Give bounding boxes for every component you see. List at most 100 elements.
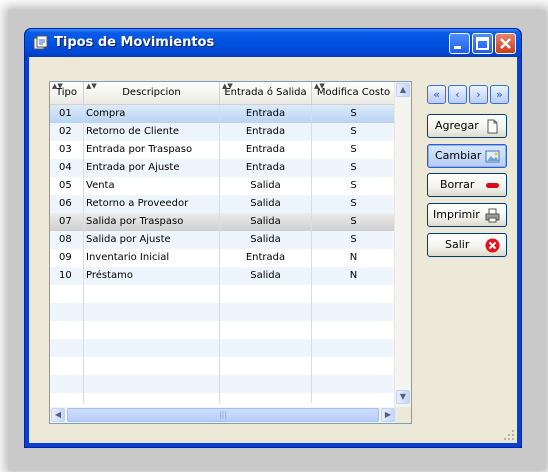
maximize-button[interactable] <box>472 33 493 54</box>
cell-entrada-salida: Salida <box>220 195 312 213</box>
cell-entrada-salida: Salida <box>220 267 312 285</box>
cell-descripcion: Salida por Traspaso <box>84 213 220 231</box>
grid-header: ▲▼ Tipo ▲▼ Descripcion ▲▼ Entrada ó Salida … <box>50 82 396 105</box>
cell-entrada-salida <box>220 303 312 321</box>
cell-modifica-costo <box>312 321 396 339</box>
cell-entrada-salida: Salida <box>220 231 312 249</box>
scroll-right-button[interactable]: ▶ <box>381 408 395 422</box>
first-record-button[interactable]: « <box>427 85 446 104</box>
cambiar-button[interactable]: Cambiar <box>427 144 507 168</box>
cell-tipo: 10 <box>50 267 84 285</box>
borrar-button[interactable]: Borrar <box>427 173 507 197</box>
empty-row <box>50 285 396 303</box>
next-record-button[interactable]: › <box>469 85 488 104</box>
cell-descripcion <box>84 321 220 339</box>
cell-modifica-costo: S <box>312 195 396 213</box>
agregar-button[interactable]: Agregar <box>427 114 507 138</box>
cell-descripcion: Retorno de Cliente <box>84 123 220 141</box>
salir-button[interactable]: Salir <box>427 233 507 257</box>
resize-grip-icon[interactable] <box>503 429 515 441</box>
cell-tipo: 05 <box>50 177 84 195</box>
empty-row <box>50 339 396 357</box>
app-icon <box>33 35 48 50</box>
title-bar[interactable]: Tipos de Movimientos <box>25 29 521 57</box>
previous-record-button[interactable]: ‹ <box>448 85 467 104</box>
cell-modifica-costo <box>312 303 396 321</box>
cell-entrada-salida <box>220 339 312 357</box>
cell-tipo: 03 <box>50 141 84 159</box>
horizontal-scrollbar[interactable]: ◀ ||| ▶ <box>50 407 396 423</box>
table-row[interactable]: 10 Préstamo Salida N <box>50 267 396 285</box>
main-window: Tipos de Movimientos ▲▼ Tipo ▲▼ Descripcio… <box>24 28 522 448</box>
scroll-left-button[interactable]: ◀ <box>51 408 65 422</box>
scroll-up-button[interactable]: ▲ <box>396 83 410 97</box>
cell-descripcion <box>84 303 220 321</box>
vertical-scrollbar[interactable]: ▲ ▼ <box>394 82 411 407</box>
close-button[interactable] <box>495 33 516 54</box>
cell-modifica-costo <box>312 285 396 303</box>
cell-modifica-costo <box>312 357 396 375</box>
cell-modifica-costo: N <box>312 267 396 285</box>
minimize-icon <box>454 46 461 49</box>
table-row[interactable]: 04 Entrada por Ajuste Entrada S <box>50 159 396 177</box>
table-row[interactable]: 08 Salida por Ajuste Salida S <box>50 231 396 249</box>
cell-entrada-salida: Salida <box>220 177 312 195</box>
cell-entrada-salida <box>220 357 312 375</box>
edit-image-icon <box>485 150 500 163</box>
minimize-button[interactable] <box>449 33 470 54</box>
empty-row <box>50 393 396 403</box>
column-header-descripcion[interactable]: ▲▼ Descripcion <box>84 82 220 104</box>
cell-entrada-salida: Entrada <box>220 105 312 123</box>
sort-icon: ▲▼ <box>86 82 97 90</box>
grid-body: 01 Compra Entrada S 02 Retorno de Cliente Entr… <box>50 105 396 403</box>
table-row[interactable]: 09 Inventario Inicial Entrada N <box>50 249 396 267</box>
cell-tipo: 09 <box>50 249 84 267</box>
cell-tipo <box>50 393 84 403</box>
table-row[interactable]: 07 Salida por Traspaso Salida S <box>50 213 396 231</box>
last-icon: » <box>496 88 503 101</box>
scroll-down-button[interactable]: ▼ <box>396 390 410 404</box>
movements-grid[interactable]: ▲▼ Tipo ▲▼ Descripcion ▲▼ Entrada ó Salida … <box>49 81 412 424</box>
cell-tipo <box>50 375 84 393</box>
first-icon: « <box>433 88 440 101</box>
exit-icon <box>485 238 500 253</box>
last-record-button[interactable]: » <box>490 85 509 104</box>
table-row[interactable]: 03 Entrada por Traspaso Entrada S <box>50 141 396 159</box>
cell-entrada-salida: Entrada <box>220 159 312 177</box>
table-row[interactable]: 02 Retorno de Cliente Entrada S <box>50 123 396 141</box>
close-icon <box>500 38 511 49</box>
cell-modifica-costo: S <box>312 105 396 123</box>
empty-row <box>50 357 396 375</box>
cell-modifica-costo: S <box>312 159 396 177</box>
empty-row <box>50 303 396 321</box>
cell-modifica-costo <box>312 375 396 393</box>
cell-descripcion: Compra <box>84 105 220 123</box>
table-row[interactable]: 06 Retorno a Proveedor Salida S <box>50 195 396 213</box>
column-header-entrada-salida[interactable]: ▲▼ Entrada ó Salida <box>220 82 312 104</box>
cell-descripcion: Retorno a Proveedor <box>84 195 220 213</box>
cell-entrada-salida: Entrada <box>220 141 312 159</box>
column-header-tipo[interactable]: ▲▼ Tipo <box>50 82 84 104</box>
horizontal-scroll-thumb[interactable]: ||| <box>67 408 379 422</box>
empty-row <box>50 321 396 339</box>
cell-tipo: 08 <box>50 231 84 249</box>
sort-icon: ▲▼ <box>222 82 233 90</box>
cell-descripcion: Entrada por Traspaso <box>84 141 220 159</box>
delete-icon <box>486 183 499 188</box>
cell-modifica-costo <box>312 339 396 357</box>
table-row[interactable]: 05 Venta Salida S <box>50 177 396 195</box>
cell-descripcion: Venta <box>84 177 220 195</box>
cell-modifica-costo: S <box>312 123 396 141</box>
cell-entrada-salida <box>220 321 312 339</box>
cell-tipo: 04 <box>50 159 84 177</box>
cell-descripcion <box>84 285 220 303</box>
table-row[interactable]: 01 Compra Entrada S <box>50 105 396 123</box>
cell-descripcion <box>84 393 220 403</box>
sort-icon: ▲▼ <box>314 82 325 90</box>
cell-modifica-costo: S <box>312 231 396 249</box>
window-client-area: ▲▼ Tipo ▲▼ Descripcion ▲▼ Entrada ó Salida … <box>29 57 517 443</box>
cell-descripcion: Entrada por Ajuste <box>84 159 220 177</box>
imprimir-button[interactable]: Imprimir <box>427 203 507 227</box>
column-header-modifica-costo[interactable]: ▲▼ Modifica Costo <box>312 82 396 104</box>
cell-tipo <box>50 339 84 357</box>
